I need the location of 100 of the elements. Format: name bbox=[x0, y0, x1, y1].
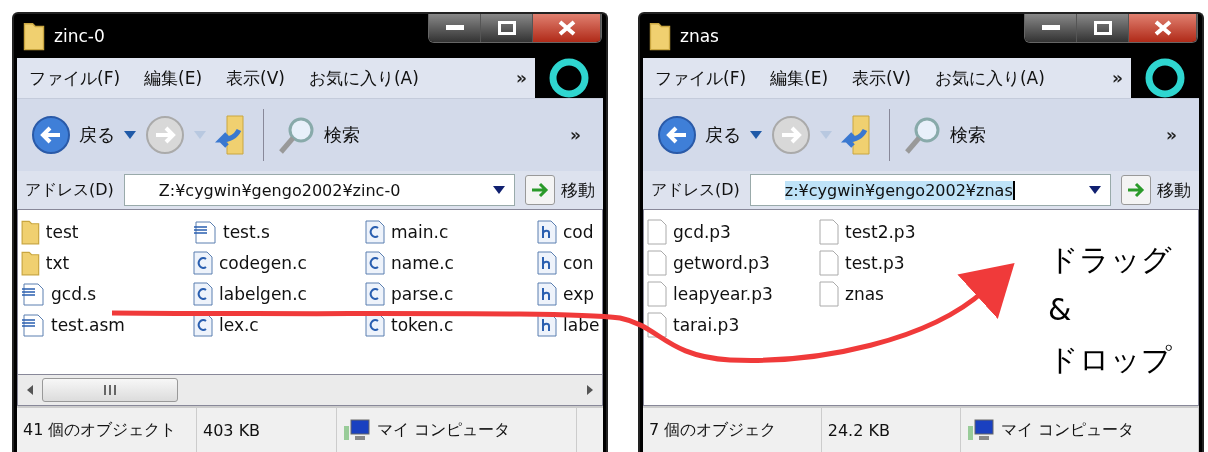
file-name[interactable]: exp bbox=[563, 283, 594, 304]
file-name[interactable]: labe bbox=[563, 314, 600, 335]
file-name[interactable]: test.asm bbox=[51, 314, 125, 335]
annotation-text: & bbox=[1047, 291, 1073, 329]
file-name[interactable]: name.c bbox=[391, 252, 454, 273]
object-count: 7 個のオブジェク bbox=[643, 408, 822, 452]
file-name[interactable]: tarai.p3 bbox=[673, 314, 740, 335]
file-icon bbox=[646, 248, 668, 277]
file-name[interactable]: test.s bbox=[223, 221, 270, 242]
file-name[interactable]: gcd.s bbox=[51, 283, 97, 304]
menu-item[interactable]: 編集(E) bbox=[758, 66, 841, 90]
address-label: アドレス(D) bbox=[24, 179, 115, 201]
window-title: zinc-0 bbox=[54, 26, 105, 46]
menu-item[interactable]: お気に入り(A) bbox=[922, 66, 1057, 90]
address-field[interactable]: Z:¥cygwin¥gengo2002¥zinc-0 bbox=[123, 174, 515, 206]
search-button[interactable]: 検索 bbox=[324, 123, 360, 147]
scroll-thumb[interactable] bbox=[42, 378, 178, 402]
menu-item[interactable]: ファイル(F) bbox=[17, 66, 133, 90]
maximize-button[interactable] bbox=[481, 14, 533, 42]
file-name[interactable]: test2.p3 bbox=[845, 221, 916, 242]
address-text: Z:¥cygwin¥gengo2002¥zinc-0 bbox=[158, 180, 401, 200]
asm-file-icon bbox=[20, 280, 46, 307]
file-name[interactable]: test bbox=[45, 221, 79, 242]
c-file-icon bbox=[192, 280, 214, 307]
go-button[interactable]: 移動 bbox=[1117, 174, 1195, 206]
file-name[interactable]: con bbox=[563, 252, 594, 273]
header-file-icon bbox=[536, 218, 558, 245]
back-button[interactable]: 戻る bbox=[705, 123, 741, 147]
maximize-icon bbox=[1093, 21, 1112, 35]
location-label: マイ コンピュータ bbox=[337, 408, 577, 452]
header-file-icon bbox=[536, 280, 558, 307]
file-name[interactable]: leapyear.p3 bbox=[673, 283, 773, 304]
address-dropdown-icon[interactable] bbox=[492, 185, 506, 195]
address-label: アドレス(D) bbox=[650, 179, 741, 201]
arrow-right-icon bbox=[1126, 181, 1146, 199]
file-name[interactable]: gcd.p3 bbox=[673, 221, 731, 242]
file-name[interactable]: parse.c bbox=[391, 283, 454, 304]
close-button[interactable] bbox=[533, 14, 601, 42]
menu-item[interactable]: ファイル(F) bbox=[643, 66, 759, 90]
folder-icon bbox=[20, 218, 41, 245]
search-button[interactable]: 検索 bbox=[950, 123, 986, 147]
file-name[interactable]: lex.c bbox=[219, 314, 259, 335]
file-name[interactable]: labelgen.c bbox=[219, 283, 307, 304]
address-dropdown-icon[interactable] bbox=[1088, 185, 1102, 195]
go-button[interactable]: 移動 bbox=[521, 174, 599, 206]
maximize-button[interactable] bbox=[1077, 14, 1129, 42]
file-name[interactable]: txt bbox=[45, 252, 70, 273]
close-icon bbox=[1153, 20, 1172, 36]
maximize-icon bbox=[497, 21, 516, 35]
close-button[interactable] bbox=[1129, 14, 1197, 42]
menu-item[interactable]: 表示(V) bbox=[214, 66, 297, 90]
file-name[interactable]: token.c bbox=[391, 314, 454, 335]
file-name[interactable]: cod bbox=[563, 221, 594, 242]
folder-icon bbox=[22, 21, 46, 51]
menu-overflow[interactable]: » bbox=[1104, 68, 1131, 88]
file-icon bbox=[818, 248, 840, 277]
c-file-icon bbox=[364, 218, 386, 245]
back-icon[interactable] bbox=[31, 115, 71, 155]
c-file-icon bbox=[364, 249, 386, 276]
computer-icon bbox=[343, 418, 371, 442]
address-field[interactable]: z:¥cygwin¥gengo2002¥znas bbox=[749, 174, 1111, 206]
back-icon[interactable] bbox=[657, 115, 697, 155]
header-file-icon bbox=[536, 249, 558, 276]
back-dropdown-icon[interactable] bbox=[123, 130, 137, 140]
asm-file-icon bbox=[192, 218, 218, 245]
total-size: 403 KB bbox=[197, 408, 337, 452]
file-name[interactable]: getword.p3 bbox=[673, 252, 770, 273]
annotation-text: ドラッグ bbox=[1047, 241, 1173, 279]
minimize-icon bbox=[445, 25, 464, 31]
total-size: 24.2 KB bbox=[821, 408, 961, 452]
file-name[interactable]: main.c bbox=[391, 221, 449, 242]
file-name[interactable]: codegen.c bbox=[219, 252, 307, 273]
computer-icon bbox=[966, 418, 995, 442]
close-icon bbox=[557, 20, 576, 36]
file-name[interactable]: test.p3 bbox=[845, 252, 905, 273]
window-title: znas bbox=[680, 26, 719, 46]
scroll-right-icon[interactable] bbox=[586, 384, 594, 396]
c-file-icon bbox=[364, 280, 386, 307]
minimize-button[interactable] bbox=[429, 14, 481, 42]
file-icon bbox=[818, 279, 840, 308]
back-button[interactable]: 戻る bbox=[79, 123, 115, 147]
ring-logo bbox=[1143, 56, 1187, 100]
minimize-button[interactable] bbox=[1025, 14, 1077, 42]
file-icon bbox=[646, 217, 668, 246]
menu-item[interactable]: 表示(V) bbox=[840, 66, 923, 90]
toolbar-overflow[interactable]: » bbox=[1158, 125, 1185, 145]
menu-item[interactable]: お気に入り(A) bbox=[296, 66, 431, 90]
file-icon bbox=[818, 217, 840, 246]
menu-item[interactable]: 編集(E) bbox=[132, 66, 215, 90]
scroll-left-icon[interactable] bbox=[26, 384, 34, 396]
ring-logo bbox=[547, 56, 591, 100]
horizontal-scrollbar[interactable] bbox=[17, 375, 603, 406]
menu-overflow[interactable]: » bbox=[508, 68, 535, 88]
folder-icon bbox=[648, 21, 672, 51]
location-label: マイ コンピュータ bbox=[960, 408, 1199, 452]
file-name[interactable]: znas bbox=[845, 283, 884, 304]
file-icon bbox=[646, 279, 668, 308]
annotation-text: ドロップ bbox=[1047, 341, 1173, 379]
toolbar-overflow[interactable]: » bbox=[562, 125, 589, 145]
back-dropdown-icon[interactable] bbox=[749, 130, 763, 140]
